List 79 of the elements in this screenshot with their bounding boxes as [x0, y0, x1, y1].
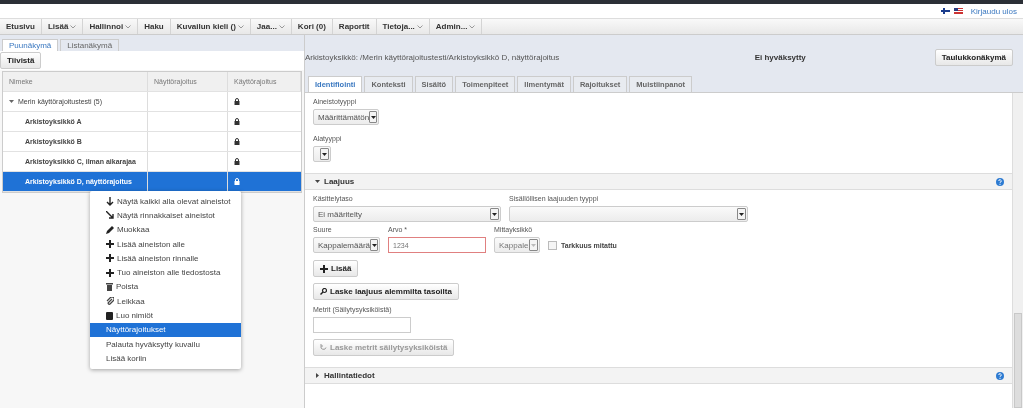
book-icon	[106, 311, 113, 320]
menu-item[interactable]: Lisää	[41, 19, 84, 34]
arrow-down-icon	[106, 196, 114, 206]
caret-down-icon	[739, 212, 744, 216]
chevron-down-icon	[237, 24, 244, 29]
select-field[interactable]	[313, 146, 331, 162]
paperclip-icon	[106, 297, 114, 306]
lock-icon	[234, 178, 240, 185]
chevron-down-icon	[278, 24, 285, 29]
context-menu-item[interactable]: Tuo aineiston alle tiedostosta	[90, 265, 241, 280]
lock-icon	[234, 118, 240, 125]
menu-item[interactable]: Etusivu	[0, 19, 42, 34]
menu-item[interactable]: Raportit	[332, 19, 377, 34]
view-tab[interactable]: Listanäkymä	[60, 39, 120, 51]
calculate-button[interactable]: Laske laajuus alemmilta tasoilta	[313, 283, 459, 300]
lock-icon	[234, 138, 240, 145]
search-icon	[320, 288, 327, 295]
select-field[interactable]: Ei määritelty	[313, 206, 501, 222]
caret-down-icon	[531, 243, 536, 247]
context-menu-item[interactable]: Näyttörajoitukset	[90, 322, 241, 337]
menu-item[interactable]: Kuvailun kieli ()	[170, 19, 251, 34]
refresh-icon	[320, 344, 327, 351]
chevron-down-icon	[469, 24, 476, 29]
plus-icon	[106, 240, 114, 249]
select-field[interactable]	[509, 206, 748, 222]
checkbox[interactable]	[548, 240, 557, 250]
table-view-button[interactable]: Taulukkonäkymä	[934, 49, 1013, 66]
menu-item[interactable]: Kori (0)	[291, 19, 333, 34]
context-menu-item[interactable]: Leikkaa	[90, 294, 241, 309]
help-icon[interactable]	[996, 177, 1004, 186]
context-menu-item[interactable]: Lisää aineiston rinnalle	[90, 251, 241, 266]
trash-icon	[106, 282, 113, 291]
arrow-diagonal-icon	[106, 211, 114, 220]
finnish-flag-icon[interactable]	[940, 8, 950, 14]
caret-down-icon	[492, 212, 497, 216]
lock-icon	[234, 158, 240, 165]
context-menu-item[interactable]: Luo nimiöt	[90, 308, 241, 323]
caret-down-icon[interactable]	[9, 99, 14, 104]
menu-item[interactable]: Admin...	[429, 19, 483, 34]
context-menu-item[interactable]: Poista	[90, 279, 241, 295]
select-field[interactable]: Määrittämätön	[313, 109, 379, 125]
menu-item[interactable]: Tietoja...	[376, 19, 430, 34]
context-menu-item[interactable]: Lisää koriin	[90, 351, 241, 366]
select-field[interactable]: Kappalemäärä	[313, 237, 380, 253]
chevron-down-icon	[125, 24, 132, 29]
caret-down-icon	[371, 243, 377, 247]
logout-link[interactable]: Kirjaudu ulos	[970, 6, 1017, 16]
collapse-button[interactable]: Tiivistä	[0, 52, 42, 69]
chevron-down-icon	[70, 24, 77, 29]
plus-icon	[320, 264, 328, 273]
us-flag-icon[interactable]	[953, 8, 963, 14]
context-menu-item[interactable]: Muokkaa	[90, 222, 241, 237]
approval-status: Ei hyväksytty	[754, 53, 807, 62]
context-menu-item[interactable]: Näytä kaikki alla olevat aineistot	[90, 194, 241, 209]
input-field[interactable]	[313, 317, 411, 333]
plus-icon	[106, 268, 114, 277]
menu-item[interactable]: Haku	[138, 19, 171, 34]
help-icon[interactable]	[996, 371, 1004, 380]
context-menu-item[interactable]: Näytä rinnakkaiset aineistot	[90, 208, 241, 223]
caret-down-icon	[322, 152, 327, 156]
add-button[interactable]: Lisää	[313, 260, 359, 277]
context-menu-item[interactable]: Lisää aineiston alle	[90, 236, 241, 252]
view-tab[interactable]: Puunäkymä	[2, 39, 59, 51]
section-title: Laajuus	[324, 177, 355, 186]
breadcrumb: Arkistoyksikkö: /Merin käyttörajoitustesti/Arkistoyksikkö D, näyttörajoitus	[305, 53, 561, 62]
lock-icon	[234, 98, 240, 105]
caret-right-icon[interactable]	[315, 373, 320, 378]
caret-down-icon[interactable]	[315, 179, 320, 184]
caret-down-icon	[370, 115, 376, 119]
section-header[interactable]: Hallintatiedot	[305, 367, 1012, 384]
menu-item[interactable]: Jaa...	[250, 19, 292, 34]
context-menu-item[interactable]: Palauta hyväksytty kuvailu	[90, 336, 241, 352]
section-title: Hallintatiedot	[324, 371, 375, 380]
pencil-icon	[106, 225, 114, 234]
scrollbar[interactable]	[1013, 93, 1023, 408]
menu-item[interactable]: Hallinnoi	[83, 19, 139, 34]
plus-icon	[106, 254, 114, 263]
section-header[interactable]: Laajuus	[305, 173, 1012, 190]
chevron-down-icon	[416, 24, 423, 29]
